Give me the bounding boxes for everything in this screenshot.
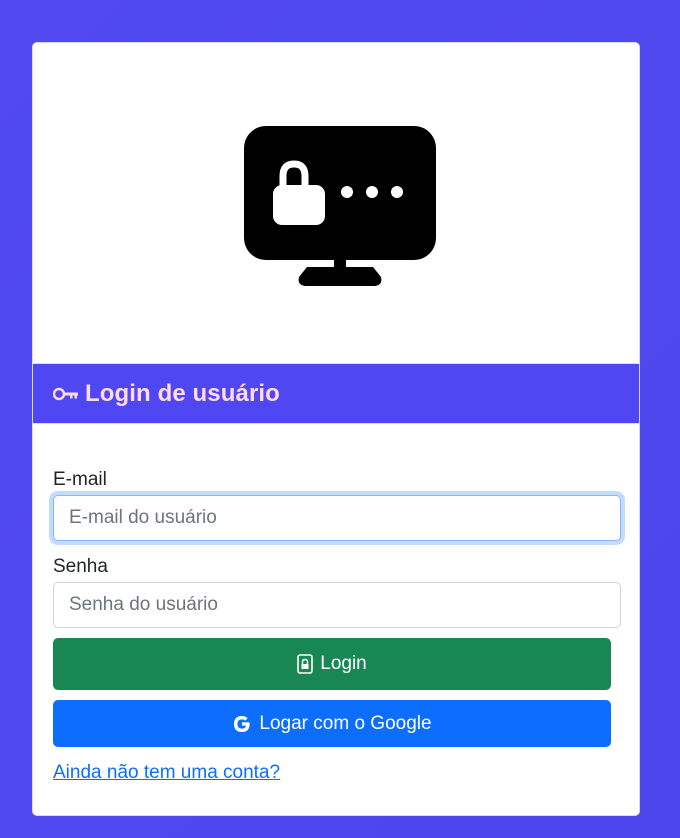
- email-label: E-mail: [53, 469, 107, 490]
- key-icon: [53, 387, 78, 400]
- google-login-button[interactable]: Logar com o Google: [53, 700, 611, 747]
- password-field[interactable]: [53, 582, 621, 628]
- email-field[interactable]: [53, 495, 621, 541]
- login-button[interactable]: Login: [53, 638, 611, 690]
- monitor-password-icon: [244, 126, 436, 286]
- login-card: Login de usuário E-mail Senha Login Loga…: [32, 42, 640, 816]
- page-title: Login de usuário: [85, 379, 280, 407]
- hero-area: [33, 43, 639, 363]
- signup-link[interactable]: Ainda não tem uma conta?: [53, 762, 280, 784]
- login-button-label: Login: [320, 653, 367, 674]
- lock-icon: [297, 654, 314, 674]
- google-icon: [234, 715, 251, 732]
- password-label: Senha: [53, 556, 108, 577]
- login-header: Login de usuário: [33, 363, 639, 424]
- google-button-label: Logar com o Google: [259, 712, 432, 734]
